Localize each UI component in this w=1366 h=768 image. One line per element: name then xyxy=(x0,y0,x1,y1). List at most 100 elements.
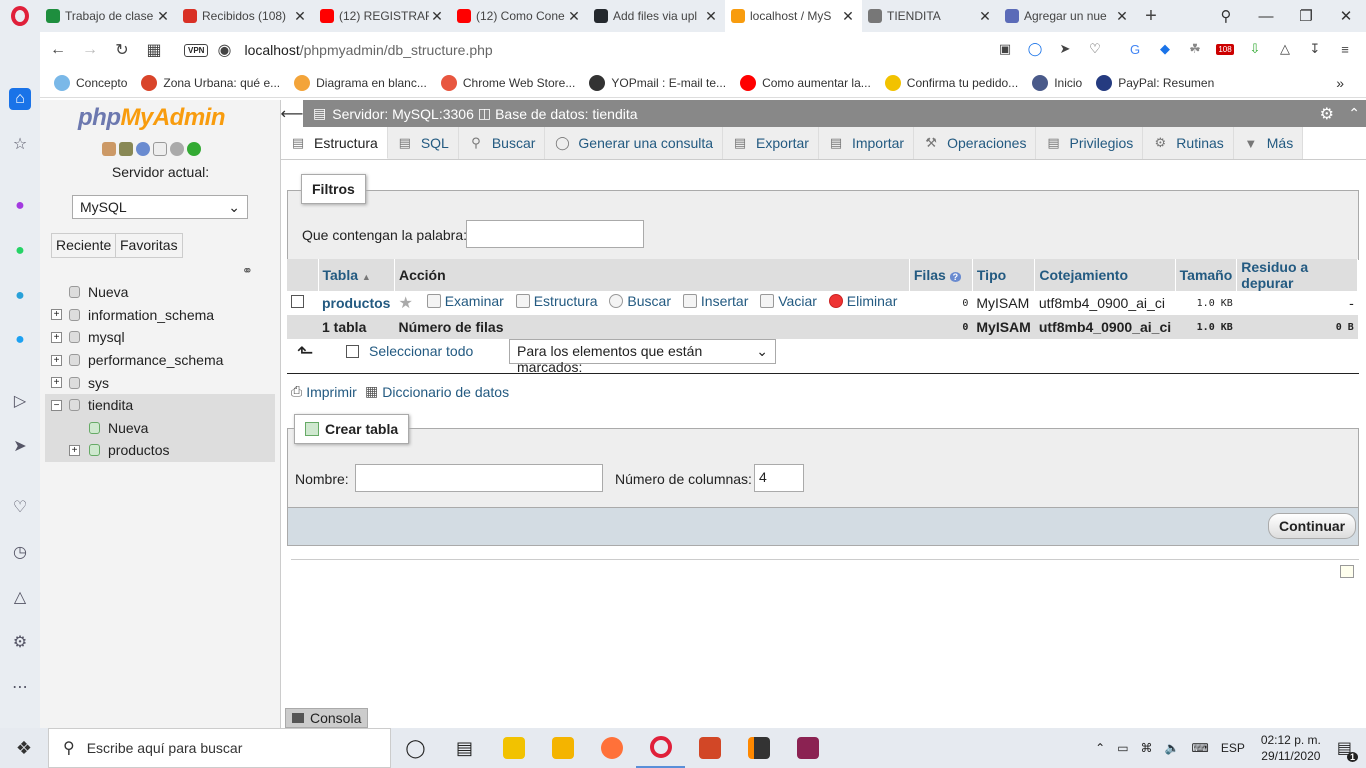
task-view-icon[interactable]: ▤ xyxy=(440,728,489,768)
forward-button[interactable]: → xyxy=(74,41,106,59)
browser-tab[interactable]: Trabajo de clase ✕ xyxy=(40,0,177,32)
empty-action[interactable]: Vaciar xyxy=(760,293,817,309)
tab-buscar[interactable]: ⚲ Buscar xyxy=(458,127,546,159)
tree-item-new[interactable]: Nueva xyxy=(45,281,275,304)
structure-action[interactable]: Estructura xyxy=(515,293,598,309)
mail-badge-icon[interactable]: 108 xyxy=(1216,40,1234,58)
shield-icon[interactable]: ◯ xyxy=(1026,40,1044,58)
close-tab-icon[interactable]: ✕ xyxy=(703,8,719,25)
close-tab-icon[interactable]: ✕ xyxy=(977,8,993,25)
tree-item-tiendita[interactable]: − tiendita xyxy=(45,393,275,417)
collapse-icon[interactable]: − xyxy=(51,399,62,411)
puzzle-icon[interactable]: ☘ xyxy=(1186,40,1204,58)
camera-icon[interactable]: ▣ xyxy=(996,40,1014,58)
with-selected-select[interactable]: Para los elementos que están marcados: ⌄ xyxy=(509,339,776,375)
tree-item-new-table[interactable]: Nueva xyxy=(45,416,275,440)
tab-rutinas[interactable]: ⚙ Rutinas xyxy=(1143,127,1234,159)
expand-icon[interactable]: + xyxy=(69,444,80,456)
volume-icon[interactable]: 🔈 xyxy=(1165,741,1180,755)
console-toggle[interactable]: Consola xyxy=(285,708,369,728)
docs-icon[interactable] xyxy=(153,142,167,156)
select-all-checkbox[interactable] xyxy=(346,345,359,358)
tab-estructura[interactable]: ▤ Estructura xyxy=(281,127,388,159)
messenger-icon[interactable]: ● xyxy=(9,195,31,217)
close-window-button[interactable]: ✕ xyxy=(1326,0,1366,32)
phpmyadmin-logo[interactable]: phpMyAdmin xyxy=(78,104,225,132)
tab-generar-una-consulta[interactable]: ◯ Generar una consulta xyxy=(545,127,724,159)
reload-icon[interactable] xyxy=(187,142,201,156)
wifi-icon[interactable]: ⌘ xyxy=(1141,741,1153,755)
tray-up-icon[interactable]: ⌃ xyxy=(1095,741,1105,755)
browser-tab[interactable]: Agregar un nue ✕ xyxy=(999,0,1136,32)
opera-taskbar-icon[interactable] xyxy=(636,728,685,768)
reload-button[interactable]: ↻ xyxy=(106,40,138,60)
vpn-badge[interactable]: VPN xyxy=(184,43,209,57)
tree-item-information-schema[interactable]: + information_schema xyxy=(45,304,275,327)
telegram-icon[interactable]: ● xyxy=(9,285,31,307)
print-link[interactable]: ⎙ Imprimir xyxy=(291,383,357,400)
tree-item-performance-schema[interactable]: + performance_schema xyxy=(45,349,275,372)
heart-icon[interactable]: ♡ xyxy=(9,496,31,518)
table-name-link[interactable]: productos xyxy=(318,291,395,315)
bookmark-item[interactable]: Como aumentar la... xyxy=(740,74,871,91)
close-tab-icon[interactable]: ✕ xyxy=(1114,8,1130,25)
data-dictionary-link[interactable]: ▦ Diccionario de datos xyxy=(365,383,509,400)
close-tab-icon[interactable]: ✕ xyxy=(155,8,171,25)
home-icon[interactable]: ⌂ xyxy=(9,88,31,110)
browse-action[interactable]: Examinar xyxy=(426,293,504,309)
browser-tab[interactable]: Add files via upl ✕ xyxy=(588,0,725,32)
app-icon[interactable] xyxy=(489,728,538,768)
firefox-icon[interactable] xyxy=(587,728,636,768)
tab-privilegios[interactable]: ▤ Privilegios xyxy=(1036,127,1144,159)
windows-start-icon[interactable]: ❖ xyxy=(0,738,48,759)
send-icon[interactable]: ➤ xyxy=(9,435,31,457)
help-icon[interactable] xyxy=(136,142,150,156)
winrar-icon[interactable] xyxy=(783,728,832,768)
tab-importar[interactable]: ▤ Importar xyxy=(818,127,915,159)
browser-tab[interactable]: (12) Como Cone ✕ xyxy=(451,0,588,32)
home-icon[interactable] xyxy=(102,142,116,156)
link-icon[interactable]: ⚭ xyxy=(242,263,253,279)
tab-exportar[interactable]: ▤ Exportar xyxy=(723,127,819,159)
breadcrumb-database[interactable]: Base de datos: tiendita xyxy=(495,106,637,122)
header-residuo[interactable]: Residuo a depurar xyxy=(1236,259,1359,291)
header-tabla[interactable]: Tabla ▲ xyxy=(318,259,395,291)
menu-icon[interactable]: ≡ xyxy=(1336,40,1354,58)
table-name-input[interactable] xyxy=(355,464,603,492)
breadcrumb-server[interactable]: Servidor: MySQL:3306 xyxy=(332,106,474,122)
cortana-icon[interactable]: ◯ xyxy=(391,728,440,768)
search-action[interactable]: Buscar xyxy=(609,293,671,309)
more-icon[interactable]: ⋯ xyxy=(9,676,31,698)
row-size[interactable]: 1.0 KB xyxy=(1175,291,1237,315)
insert-action[interactable]: Insertar xyxy=(682,293,748,309)
restore-button[interactable]: ❐ xyxy=(1286,0,1326,32)
tab-más[interactable]: ▼ Más xyxy=(1233,127,1304,159)
bookmark-item[interactable]: Zona Urbana: qué e... xyxy=(141,74,280,91)
columns-input[interactable]: 4 xyxy=(754,464,804,492)
powerpoint-icon[interactable] xyxy=(685,728,734,768)
file-explorer-icon[interactable] xyxy=(538,728,587,768)
tab-operaciones[interactable]: ⚒ Operaciones xyxy=(914,127,1037,159)
header-tamano[interactable]: Tamaño xyxy=(1175,259,1238,291)
close-tab-icon[interactable]: ✕ xyxy=(292,8,308,25)
header-filas[interactable]: Filas ? xyxy=(909,259,973,291)
continue-button[interactable]: Continuar xyxy=(1268,513,1357,539)
bookmark-item[interactable]: Chrome Web Store... xyxy=(440,74,575,91)
keyboard-icon[interactable]: ⌨ xyxy=(1191,741,1208,755)
drop-action[interactable]: Eliminar xyxy=(828,293,897,309)
tree-item-sys[interactable]: + sys xyxy=(45,371,275,394)
whatsapp-icon[interactable]: ● xyxy=(9,240,31,262)
sublime-icon[interactable] xyxy=(734,728,783,768)
star-icon[interactable]: ☆ xyxy=(9,133,31,155)
language-indicator[interactable]: ESP xyxy=(1221,741,1245,755)
collapse-icon[interactable]: ⌃ xyxy=(1348,105,1360,122)
heart-icon[interactable]: ♡ xyxy=(1086,40,1104,58)
clock[interactable]: 02:12 p. m. 29/11/2020 xyxy=(1261,732,1321,764)
notifications-icon[interactable]: ▤ 1 xyxy=(1337,738,1358,762)
browser-tab[interactable]: TIENDITA ✕ xyxy=(862,0,999,32)
expand-icon[interactable]: + xyxy=(51,377,62,389)
tree-item-productos[interactable]: + productos xyxy=(45,439,275,462)
cube-icon[interactable]: △ xyxy=(9,586,31,608)
favorite-star-icon[interactable]: ★ xyxy=(398,295,412,312)
bookmark-item[interactable]: Confirma tu pedido... xyxy=(884,74,1018,91)
